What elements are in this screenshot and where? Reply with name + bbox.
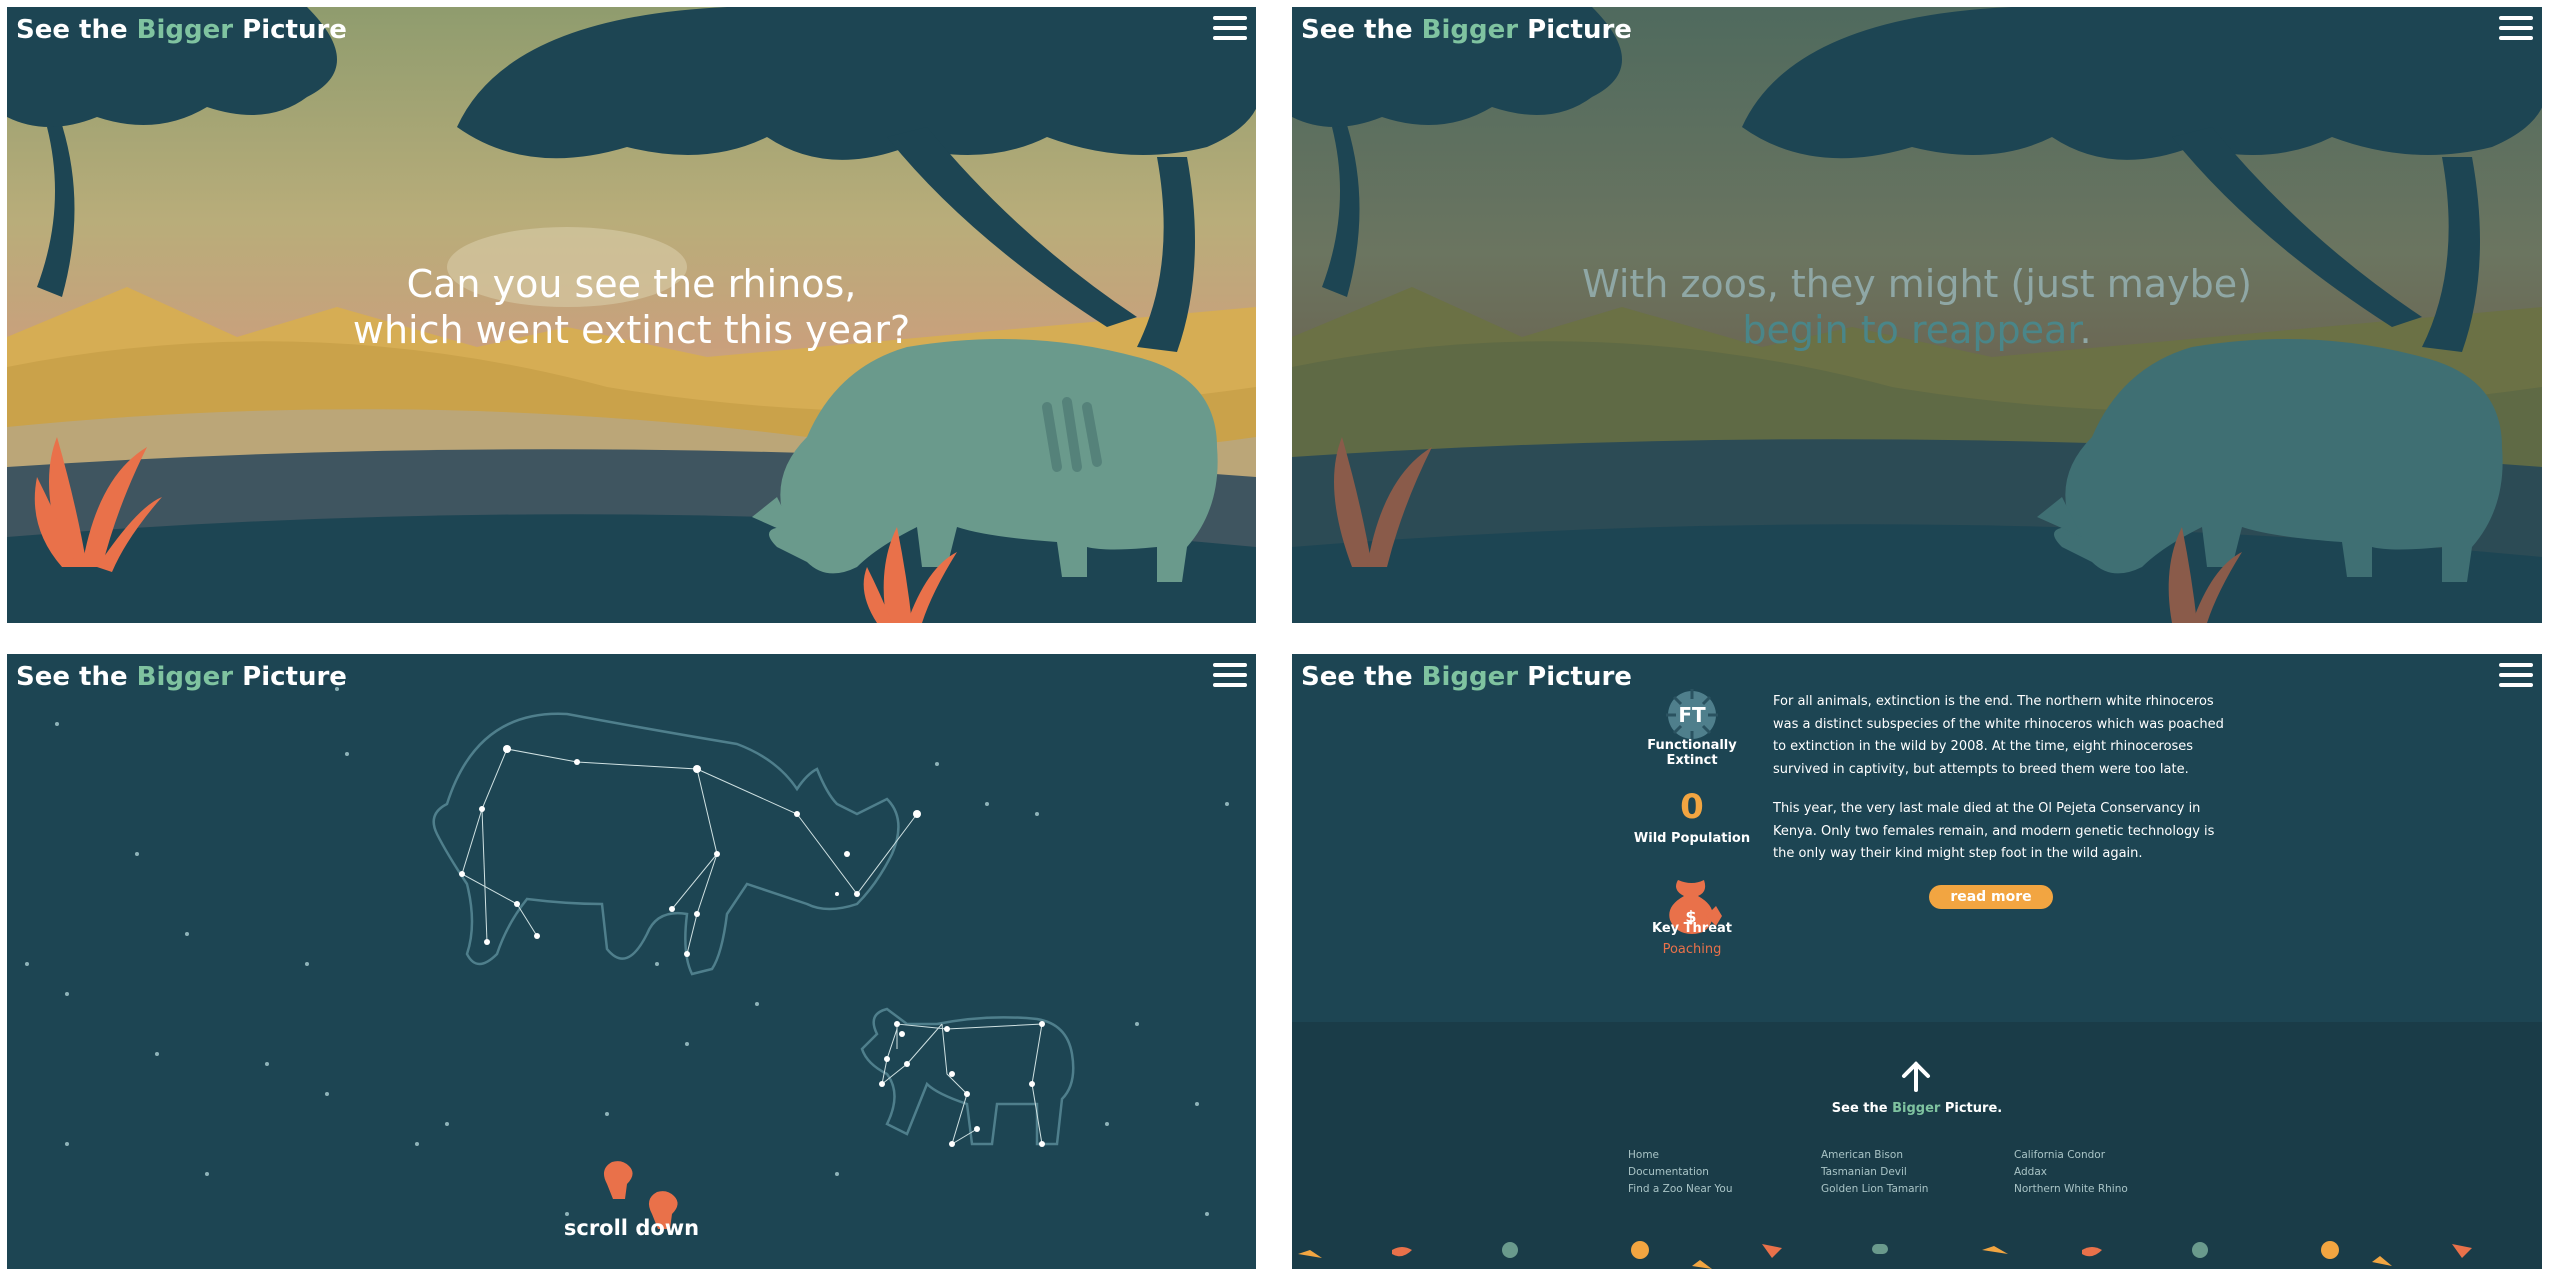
- site-logo[interactable]: See the Bigger Picture: [1301, 15, 1632, 45]
- reappear-headline: With zoos, they might (just maybe) begin…: [1292, 261, 2542, 353]
- paragraph-2: This year, the very last male died at th…: [1773, 801, 2215, 861]
- footer-links-col1: Home Documentation Find a Zoo Near You: [1628, 1147, 1733, 1198]
- panel-constellation: See the Bigger Picture scroll down: [7, 654, 1256, 1269]
- panel-rhino-facts: $ See the Bigger Picture FT Functionally…: [1292, 654, 2542, 1269]
- logo-text-prefix: See the: [1301, 15, 1422, 45]
- read-more-button[interactable]: read more: [1929, 885, 2053, 909]
- status-label: Functionally Extinct: [1647, 738, 1737, 768]
- logo-text-prefix: See the: [16, 15, 137, 45]
- logo-text-prefix: See the: [16, 662, 137, 692]
- site-logo[interactable]: See the Bigger Picture: [1301, 662, 1632, 692]
- footer-link-california-condor[interactable]: California Condor: [2014, 1147, 2128, 1164]
- footer-link-golden-lion-tamarin[interactable]: Golden Lion Tamarin: [1821, 1181, 1928, 1198]
- footer-link-find-zoo[interactable]: Find a Zoo Near You: [1628, 1181, 1733, 1198]
- menu-icon[interactable]: [1213, 663, 1247, 691]
- site-logo[interactable]: See the Bigger Picture: [16, 15, 347, 45]
- menu-icon[interactable]: [1213, 16, 1247, 44]
- status-badge: FT: [1678, 703, 1706, 727]
- scroll-down-label: scroll down: [563, 1216, 700, 1240]
- logo-text-accent: Bigger: [1421, 662, 1519, 692]
- logo-text-suffix: Picture: [233, 662, 347, 692]
- logo-text-suffix: Picture: [233, 15, 347, 45]
- status-stat: FT Functionally Extinct: [1632, 702, 1752, 768]
- logo-text-suffix: Picture: [1518, 15, 1632, 45]
- menu-icon[interactable]: [2499, 663, 2533, 691]
- site-logo[interactable]: See the Bigger Picture: [16, 662, 347, 692]
- scroll-down-prompt[interactable]: scroll down: [7, 1216, 1256, 1240]
- threat-label: Key Threat: [1652, 921, 1732, 936]
- logo-text-accent: Bigger: [136, 15, 234, 45]
- threat-value: Poaching: [1662, 942, 1722, 957]
- footer-link-addax[interactable]: Addax: [2014, 1164, 2128, 1181]
- footer-link-northern-white-rhino[interactable]: Northern White Rhino: [2014, 1181, 2128, 1198]
- menu-icon[interactable]: [2499, 16, 2533, 44]
- site-footer: [1292, 1022, 2542, 1269]
- footer-links-col3: California Condor Addax Northern White R…: [2014, 1147, 2128, 1198]
- logo-text-prefix: See the: [1301, 662, 1422, 692]
- population-label: Wild Population: [1633, 831, 1751, 846]
- night-sky: [7, 654, 1256, 1269]
- logo-text-accent: Bigger: [136, 662, 234, 692]
- footer-link-documentation[interactable]: Documentation: [1628, 1164, 1733, 1181]
- population-stat: 0 Wild Population: [1632, 787, 1752, 846]
- threat-stat: Key Threat Poaching: [1632, 921, 1752, 957]
- intro-headline: Can you see the rhinos, which went extin…: [7, 261, 1256, 353]
- logo-text-accent: Bigger: [1421, 15, 1519, 45]
- headline-line2-end: .: [2079, 308, 2092, 352]
- headline-line2: begin to reappear.: [1292, 307, 2542, 353]
- headline-line2-highlight: begin to reappear: [1742, 308, 2080, 352]
- headline-line1: With zoos, they might (just maybe): [1582, 262, 2252, 306]
- footer-link-american-bison[interactable]: American Bison: [1821, 1147, 1928, 1164]
- headline-line1: Can you see the rhinos,: [406, 262, 857, 306]
- headline-line2: which went extinct this year?: [352, 308, 911, 352]
- footer-link-tasmanian-devil[interactable]: Tasmanian Devil: [1821, 1164, 1928, 1181]
- panel-rhinos-intro: See the Bigger Picture Can you see the r…: [7, 7, 1256, 623]
- footer-links-col2: American Bison Tasmanian Devil Golden Li…: [1821, 1147, 1928, 1198]
- footer-tagline: See the Bigger Picture.: [1831, 1101, 2003, 1116]
- logo-text-suffix: Picture: [1518, 662, 1632, 692]
- population-value: 0: [1680, 787, 1704, 827]
- footer-link-home[interactable]: Home: [1628, 1147, 1733, 1164]
- panel-zoos-reappear: See the Bigger Picture With zoos, they m…: [1292, 7, 2542, 623]
- paragraph-1: For all animals, extinction is the end. …: [1773, 694, 2224, 777]
